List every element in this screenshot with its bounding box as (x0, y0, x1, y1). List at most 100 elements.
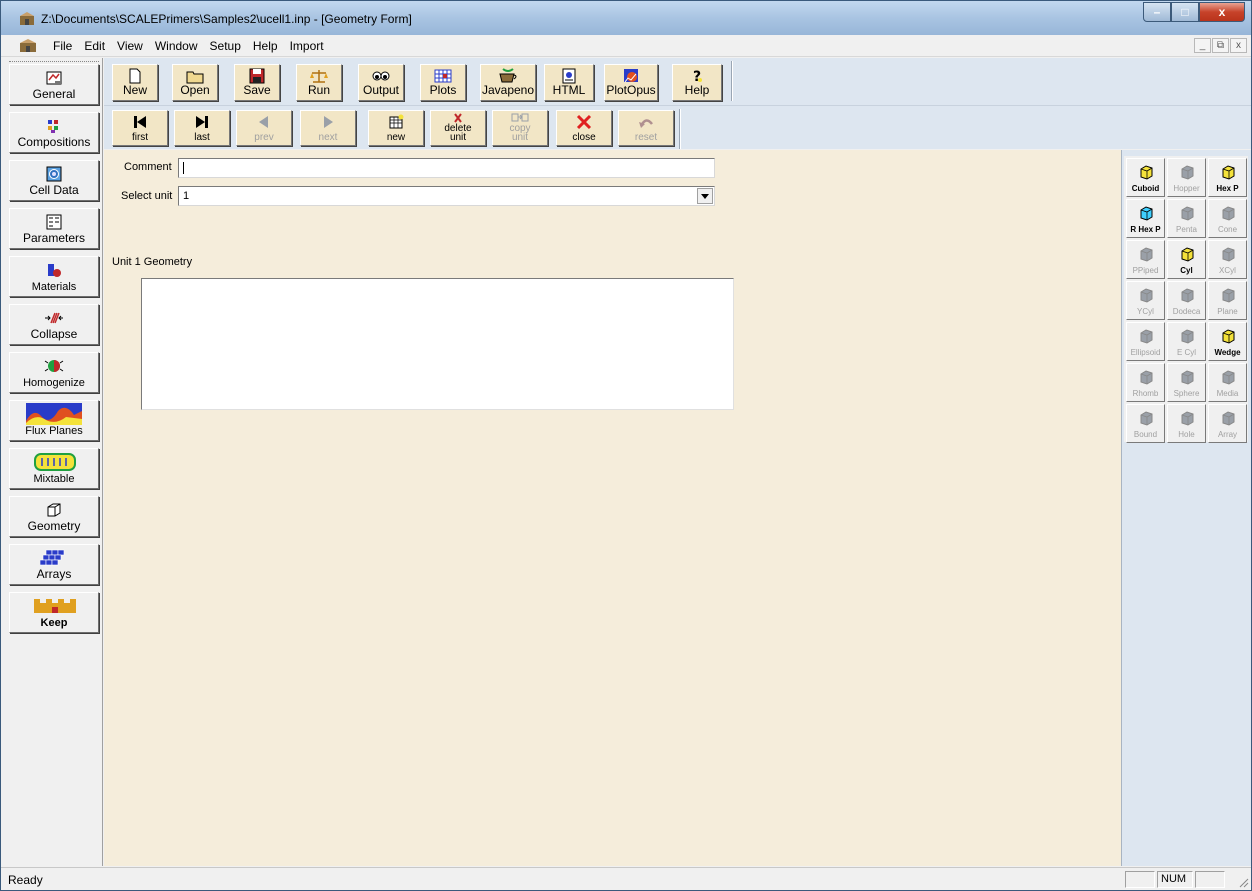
mdi-minimize-button[interactable]: _ (1194, 38, 1211, 53)
mdi-restore-button[interactable]: ⧉ (1212, 38, 1229, 53)
mixtable-icon (34, 453, 76, 471)
shape-hole-button[interactable]: Hole (1167, 404, 1206, 443)
sidebar-item-flux-planes[interactable]: Flux Planes (9, 400, 99, 441)
shape-label: R Hex P (1130, 225, 1161, 234)
sidebar-item-collapse[interactable]: Collapse (9, 304, 99, 345)
unit-nav-toolbar: first last prev next new delete unit copy… (104, 105, 1251, 149)
sidebar-item-geometry[interactable]: Geometry (9, 496, 99, 537)
comment-input[interactable] (178, 158, 715, 178)
sidebar-item-compositions[interactable]: Compositions (9, 112, 99, 153)
dropdown-arrow-icon[interactable] (697, 188, 713, 204)
shape-label: Array (1217, 430, 1238, 439)
save-disk-icon (249, 68, 265, 84)
sidebar-item-label: Parameters (22, 231, 86, 245)
toolbar-grip[interactable] (9, 61, 99, 63)
prev-button[interactable]: prev (236, 110, 292, 146)
help-button[interactable]: ? Help (672, 64, 722, 101)
shape-media-button[interactable]: Media (1208, 363, 1247, 402)
title-bar[interactable]: Z:\Documents\SCALEPrimers\Samples2\ucell… (1, 1, 1251, 35)
output-button[interactable]: Output (358, 64, 404, 101)
shape-ellipsoid-button[interactable]: Ellipsoid (1126, 322, 1165, 361)
new-button[interactable]: New (112, 64, 158, 101)
shape-cone-button[interactable]: Cone (1208, 199, 1247, 238)
menu-import[interactable]: Import (284, 39, 330, 53)
maximize-button[interactable]: □ (1171, 2, 1199, 22)
menu-file[interactable]: File (47, 39, 78, 53)
text-cursor (183, 162, 184, 175)
shape-dodeca-button[interactable]: Dodeca (1167, 281, 1206, 320)
sidebar-item-label: Collapse (30, 327, 78, 341)
menu-help[interactable]: Help (247, 39, 284, 53)
next-button[interactable]: next (300, 110, 356, 146)
plotopus-button[interactable]: PlotOpus (604, 64, 658, 101)
sidebar-item-keep[interactable]: Keep (9, 592, 99, 633)
shape-plane-button[interactable]: Plane (1208, 281, 1247, 320)
javapeno-button[interactable]: Javapeno (480, 64, 536, 101)
unit-geometry-list[interactable] (141, 278, 734, 410)
shape-ycyl-button[interactable]: YCyl (1126, 281, 1165, 320)
close-button[interactable]: x (1199, 2, 1245, 22)
shape-penta-button[interactable]: Penta (1167, 199, 1206, 238)
javapeno-cup-icon (499, 68, 517, 83)
sidebar-item-cell-data[interactable]: Cell Data (9, 160, 99, 201)
reset-button[interactable]: reset (618, 110, 674, 146)
sidebar-item-homogenize[interactable]: Homogenize (9, 352, 99, 393)
mdi-close-button[interactable]: x (1230, 38, 1247, 53)
plane-icon (1222, 288, 1235, 303)
geometry-form: Comment Select unit 1 Unit 1 Geometry (104, 150, 1121, 866)
close-unit-button[interactable]: close (556, 110, 612, 146)
save-button[interactable]: Save (234, 64, 280, 101)
window-controls: – □ x (1143, 2, 1245, 22)
open-button[interactable]: Open (172, 64, 218, 101)
sidebar-item-materials[interactable]: Materials (9, 256, 99, 297)
sidebar-item-label: Cell Data (29, 183, 79, 197)
shape-rhomb-button[interactable]: Rhomb (1126, 363, 1165, 402)
run-button[interactable]: Run (296, 64, 342, 101)
resize-grip-icon[interactable] (1237, 876, 1249, 888)
menu-edit[interactable]: Edit (78, 39, 111, 53)
shape-label: PPiped (1132, 266, 1159, 275)
document-menu-icon[interactable] (19, 38, 37, 54)
html-button[interactable]: HTML (544, 64, 594, 101)
menu-window[interactable]: Window (149, 39, 204, 53)
shape-ppiped-button[interactable]: PPiped (1126, 240, 1165, 279)
array-icon (1222, 411, 1235, 426)
sidebar-item-label: General (32, 87, 76, 101)
shape-array-button[interactable]: Array (1208, 404, 1247, 443)
shape-label: Dodeca (1172, 307, 1201, 316)
shape-cuboid-button[interactable]: Cuboid (1126, 158, 1165, 197)
penta-icon (1181, 206, 1194, 221)
sidebar-item-general[interactable]: General (9, 64, 99, 105)
shape-bound-button[interactable]: Bound (1126, 404, 1165, 443)
geometry-icon (47, 503, 61, 517)
shape-r-hex-p-button[interactable]: R Hex P (1126, 199, 1165, 238)
shape-sphere-button[interactable]: Sphere (1167, 363, 1206, 402)
sidebar-item-mixtable[interactable]: Mixtable (9, 448, 99, 489)
menu-setup[interactable]: Setup (204, 39, 247, 53)
status-text: Ready (8, 873, 43, 887)
minimize-button[interactable]: – (1143, 2, 1171, 22)
first-button[interactable]: first (112, 110, 168, 146)
shape-e-cyl-button[interactable]: E Cyl (1167, 322, 1206, 361)
menu-view[interactable]: View (111, 39, 149, 53)
first-arrow-icon (134, 116, 146, 128)
sidebar-item-arrays[interactable]: Arrays (9, 544, 99, 585)
shape-cyl-button[interactable]: Cyl (1167, 240, 1206, 279)
shape-wedge-button[interactable]: Wedge (1208, 322, 1247, 361)
plots-button[interactable]: Plots (420, 64, 466, 101)
last-button[interactable]: last (174, 110, 230, 146)
shape-hex-p-button[interactable]: Hex P (1208, 158, 1247, 197)
delete-unit-button[interactable]: delete unit (430, 110, 486, 146)
ellipsoid-icon (1140, 329, 1153, 344)
copy-unit-button[interactable]: copy unit (492, 110, 548, 146)
shape-xcyl-button[interactable]: XCyl (1208, 240, 1247, 279)
cell-data-icon (46, 166, 62, 182)
sidebar-item-parameters[interactable]: Parameters (9, 208, 99, 249)
sidebar-item-label: Materials (31, 281, 77, 293)
shape-label: Penta (1176, 225, 1197, 234)
open-folder-icon (186, 71, 204, 84)
app-icon[interactable] (19, 11, 35, 27)
shape-hopper-button[interactable]: Hopper (1167, 158, 1206, 197)
new-unit-button[interactable]: new (368, 110, 424, 146)
select-unit-dropdown[interactable]: 1 (178, 186, 715, 206)
